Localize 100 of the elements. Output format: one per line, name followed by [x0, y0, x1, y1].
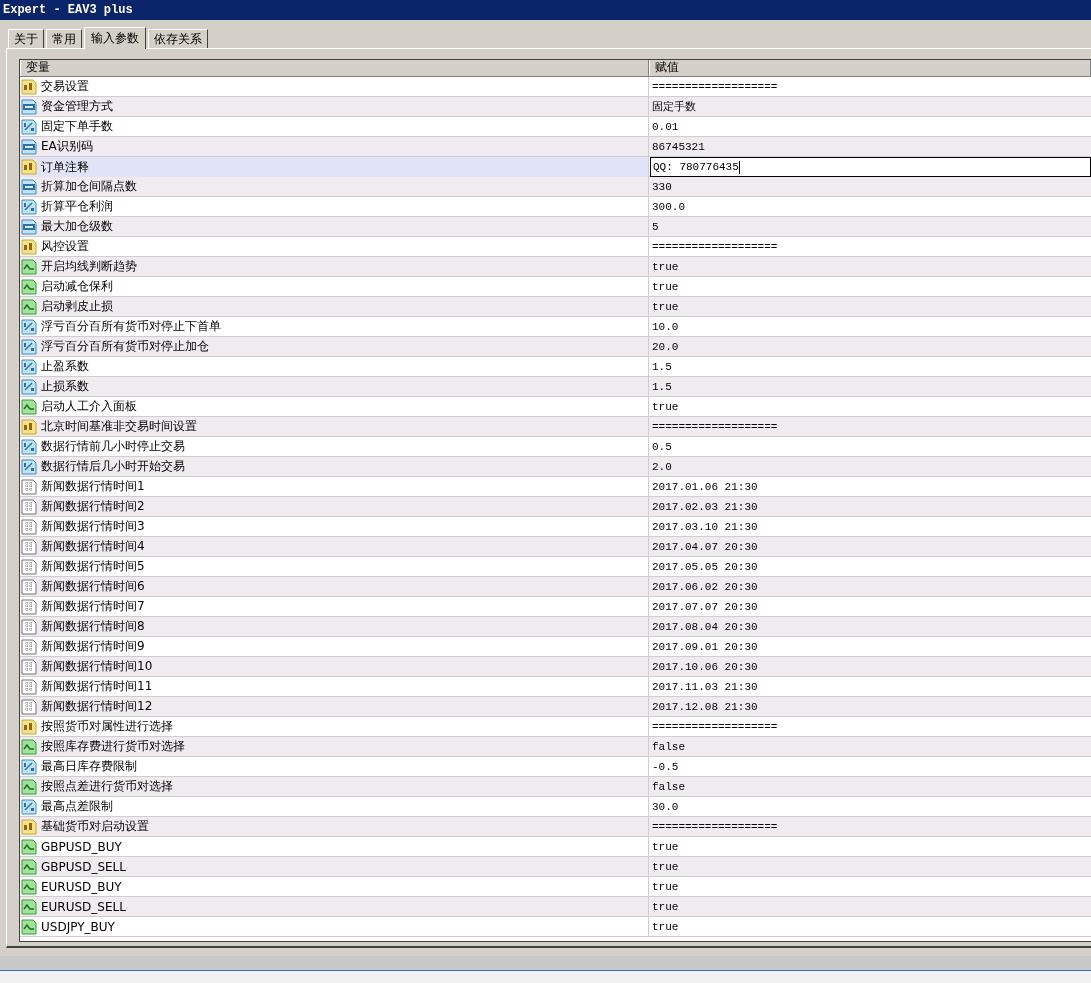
value-cell-text: true [651, 299, 680, 315]
fraction-type-icon [21, 338, 37, 355]
table-row[interactable]: 新闻数据行情时间7 2017.07.07 20:30 [20, 597, 1091, 617]
parameter-name: 止损系数 [41, 378, 89, 395]
value-cell-text: 2017.05.05 20:30 [651, 559, 759, 575]
tab[interactable]: 输入参数 [84, 27, 146, 49]
table-row[interactable]: 启动减仓保利 true [20, 277, 1091, 297]
value-cell-text: 20.0 [651, 339, 680, 355]
string-type-icon [21, 718, 37, 735]
value-cell-text: 10.0 [651, 319, 680, 335]
value-cell-text: 2017.03.10 21:30 [651, 519, 759, 535]
table-row[interactable]: 按照货币对属性进行选择 =================== [20, 717, 1091, 737]
fraction-type-icon [21, 378, 37, 395]
table-row[interactable]: 新闻数据行情时间1 2017.01.06 21:30 [20, 477, 1091, 497]
table-row[interactable]: 订单注释 QQ: 780776435 [20, 157, 1091, 177]
integer-type-icon [21, 98, 37, 115]
table-row[interactable]: EURUSD_SELL true [20, 897, 1091, 917]
value-cell-text: 1.5 [651, 379, 673, 395]
table-row[interactable]: GBPUSD_SELL true [20, 857, 1091, 877]
table-row[interactable]: 止盈系数 1.5 [20, 357, 1091, 377]
fraction-type-icon [21, 198, 37, 215]
fraction-type-icon [21, 318, 37, 335]
tab[interactable]: 常用 [46, 29, 82, 48]
text-caret [738, 160, 740, 174]
table-row[interactable]: 固定下单手数 0.01 [20, 117, 1091, 137]
table-row[interactable]: 北京时间基准非交易时间设置 =================== [20, 417, 1091, 437]
table-row[interactable]: EA识别码 86745321 [20, 137, 1091, 157]
parameter-name: 最大加仓级数 [41, 218, 113, 235]
table-row[interactable]: 开启均线判断趋势 true [20, 257, 1091, 277]
table-row[interactable]: 新闻数据行情时间6 2017.06.02 20:30 [20, 577, 1091, 597]
table-row[interactable]: 启动剥皮止损 true [20, 297, 1091, 317]
table-row[interactable]: 新闻数据行情时间5 2017.05.05 20:30 [20, 557, 1091, 577]
parameter-name: 浮亏百分百所有货币对停止下首单 [41, 318, 221, 335]
value-cell-text: =================== [651, 819, 779, 835]
parameter-name: 资金管理方式 [41, 98, 113, 115]
table-row[interactable]: 启动人工介入面板 true [20, 397, 1091, 417]
table-row[interactable]: 按照库存费进行货币对选择 false [20, 737, 1091, 757]
table-row[interactable]: USDJPY_BUY true [20, 917, 1091, 937]
string-type-icon [21, 159, 37, 175]
table-row[interactable]: GBPUSD_BUY true [20, 837, 1091, 857]
table-row[interactable]: 浮亏百分百所有货币对停止加仓 20.0 [20, 337, 1091, 357]
value-cell-text: true [651, 859, 680, 875]
parameter-name: 新闻数据行情时间10 [41, 658, 153, 675]
table-row[interactable]: 折算平仓利润 300.0 [20, 197, 1091, 217]
parameter-name: 启动人工介入面板 [41, 398, 137, 415]
table-row[interactable]: 风控设置 =================== [20, 237, 1091, 257]
table-row[interactable]: 交易设置 =================== [20, 77, 1091, 97]
table-row[interactable]: 新闻数据行情时间10 2017.10.06 20:30 [20, 657, 1091, 677]
value-cell-text: true [651, 279, 680, 295]
chart-type-icon [21, 838, 37, 855]
value-cell-text: 2017.12.08 21:30 [651, 699, 759, 715]
table-row[interactable]: 新闻数据行情时间8 2017.08.04 20:30 [20, 617, 1091, 637]
table-row[interactable]: 新闻数据行情时间3 2017.03.10 21:30 [20, 517, 1091, 537]
table-row[interactable]: 最大加仓级数 5 [20, 217, 1091, 237]
fraction-type-icon [21, 118, 37, 135]
table-row[interactable]: 最高日库存费限制 -0.5 [20, 757, 1091, 777]
value-cell-text: true [651, 399, 680, 415]
table-row[interactable]: 数据行情前几小时停止交易 0.5 [20, 437, 1091, 457]
value-cell-text: 2017.10.06 20:30 [651, 659, 759, 675]
value-cell-text: true [651, 879, 680, 895]
value-cell-text: =================== [651, 239, 779, 255]
chart-type-icon [21, 398, 37, 415]
value-cell-text: 2017.02.03 21:30 [651, 499, 759, 515]
table-row[interactable]: 新闻数据行情时间9 2017.09.01 20:30 [20, 637, 1091, 657]
chart-type-icon [21, 278, 37, 295]
table-row[interactable]: 基础货币对启动设置 =================== [20, 817, 1091, 837]
tab[interactable]: 依存关系 [148, 29, 208, 48]
parameter-name: USDJPY_BUY [41, 919, 115, 934]
table-row[interactable]: 新闻数据行情时间2 2017.02.03 21:30 [20, 497, 1091, 517]
chart-type-icon [21, 778, 37, 795]
value-cell-text: -0.5 [651, 759, 680, 775]
parameter-name: GBPUSD_BUY [41, 839, 122, 854]
value-cell-text: true [651, 839, 680, 855]
value-input-field[interactable]: QQ: 780776435 [650, 157, 1091, 177]
value-cell-text: true [651, 919, 680, 935]
parameter-name: 按照库存费进行货币对选择 [41, 738, 185, 755]
parameter-name: 启动减仓保利 [41, 278, 113, 295]
parameter-name: 新闻数据行情时间9 [41, 638, 145, 655]
value-cell-text: 0.01 [651, 119, 680, 135]
table-row[interactable]: EURUSD_BUY true [20, 877, 1091, 897]
table-row[interactable]: 资金管理方式 固定手数 [20, 97, 1091, 117]
table-row[interactable]: 数据行情后几小时开始交易 2.0 [20, 457, 1091, 477]
column-header[interactable]: 赋值 [649, 60, 1091, 76]
table-row[interactable]: 折算加仓间隔点数 330 [20, 177, 1091, 197]
table-row[interactable]: 浮亏百分百所有货币对停止下首单 10.0 [20, 317, 1091, 337]
table-row[interactable]: 新闻数据行情时间11 2017.11.03 21:30 [20, 677, 1091, 697]
parameter-name: 新闻数据行情时间4 [41, 538, 145, 555]
tab[interactable]: 关于 [8, 29, 44, 48]
table-row[interactable]: 最高点差限制 30.0 [20, 797, 1091, 817]
parameter-name: 订单注释 [41, 158, 89, 176]
fraction-type-icon [21, 458, 37, 475]
table-row[interactable]: 止损系数 1.5 [20, 377, 1091, 397]
column-header[interactable]: 变量 [20, 60, 649, 76]
parameter-name: 启动剥皮止损 [41, 298, 113, 315]
fraction-type-icon [21, 438, 37, 455]
table-row[interactable]: 按照点差进行货币对选择 false [20, 777, 1091, 797]
table-row[interactable]: 新闻数据行情时间12 2017.12.08 21:30 [20, 697, 1091, 717]
parameter-name: 浮亏百分百所有货币对停止加仓 [41, 338, 209, 355]
parameter-name: 交易设置 [41, 78, 89, 95]
table-row[interactable]: 新闻数据行情时间4 2017.04.07 20:30 [20, 537, 1091, 557]
